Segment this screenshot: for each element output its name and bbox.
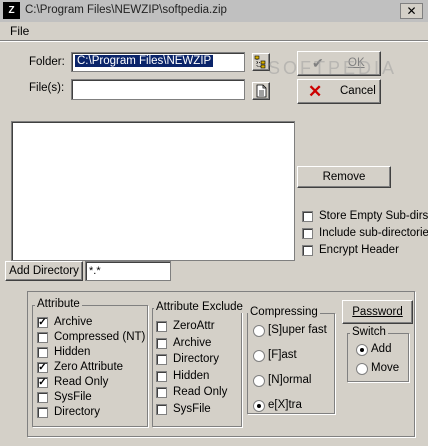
remove-button[interactable]: Remove [297,166,391,188]
folder-input-value: C:\Program Files\NEWZIP [75,55,214,67]
attribute-exclude-item-label: SysFile [173,402,211,415]
switch-option-label: Add [371,343,392,355]
attribute-exclude-item-label: Archive [173,336,212,349]
document-icon [256,84,267,98]
compressing-option-label: [S]uper fast [268,324,327,336]
compressing-option-label: [F]ast [268,349,297,361]
compressing-option-radio[interactable] [253,325,265,337]
add-directory-label: Add Directory [9,265,79,277]
close-button[interactable]: ✕ [400,3,423,19]
window-title: C:\Program Files\NEWZIP\softpedia.zip [25,4,227,16]
files-input[interactable] [71,79,245,100]
menu-file[interactable]: File [10,24,29,38]
attribute-item-label: Zero Attribute [54,361,124,373]
add-directory-button[interactable]: Add Directory [5,261,83,281]
switch-option-radio[interactable] [356,344,368,356]
compressing-option-radio[interactable] [253,400,265,412]
attribute-exclude-item-checkbox[interactable] [156,337,167,349]
folder-input[interactable]: C:\Program Files\NEWZIP [71,52,245,72]
attribute-exclude-item-checkbox[interactable] [156,387,167,398]
attribute-item-label: Read Only [54,376,109,388]
attribute-exclude-item-label: ZeroAttr [173,320,215,332]
attribute-title: Attribute [35,298,82,310]
attribute-item-checkbox[interactable] [37,332,48,343]
password-button[interactable]: Password [342,300,413,324]
attribute-item-label: SysFile [54,391,92,403]
store-empty-checkbox[interactable] [302,211,313,222]
compressing-option-radio[interactable] [253,375,265,387]
password-label: Password [352,306,403,318]
attribute-item-label: Compressed (NT) [54,331,146,343]
folder-tree-icon [254,55,266,69]
encrypt-header-label: Encrypt Header [319,244,399,256]
attribute-item-checkbox[interactable]: ✓ [37,377,48,388]
include-sub-label: Include sub-directories [319,227,428,239]
attribute-exclude-item-label: Read Only [173,386,228,398]
app-icon: Z [3,2,20,19]
softpedia-watermark: SOFTPEDIA [268,58,398,78]
attribute-exclude-item-checkbox[interactable] [156,403,167,415]
menu-separator [0,40,428,42]
menu-bar: File [0,22,428,40]
attribute-item-checkbox[interactable]: ✓ [37,362,48,373]
attribute-item-checkbox[interactable] [37,392,48,403]
folder-label: Folder: [29,56,65,68]
browse-files-button[interactable] [252,82,270,100]
attribute-item-label: Hidden [54,346,91,358]
file-list[interactable] [11,121,295,261]
cancel-label: Cancel [340,85,376,97]
attribute-exclude-item-checkbox[interactable] [156,354,167,365]
switch-option-radio[interactable] [356,363,368,375]
attribute-item-checkbox[interactable]: ✓ [37,317,48,328]
attribute-exclude-item-label: Hidden [173,369,210,382]
switch-group [347,333,409,382]
filter-input[interactable]: *.* [85,261,171,281]
cancel-button[interactable]: ✕ Cancel [297,79,381,104]
compressing-option-radio[interactable] [253,350,265,362]
switch-option-label: Move [371,362,400,374]
attribute-item-label: Archive [54,316,93,328]
switch-title: Switch [350,326,388,338]
include-sub-checkbox[interactable] [302,228,313,239]
red-x-icon: ✕ [308,82,323,101]
files-label: File(s): [29,82,65,94]
attribute-exclude-item-label: Directory [173,353,220,365]
attribute-exclude-item-checkbox[interactable] [156,321,167,332]
remove-label: Remove [322,171,366,183]
compressing-option-label: e[X]tra [268,399,302,411]
filter-input-value: *.* [89,265,101,277]
attribute-exclude-title: Attribute Exclude [154,301,245,313]
compressing-option-label: [N]ormal [268,374,312,386]
encrypt-header-checkbox[interactable] [302,245,313,256]
attribute-item-label: Directory [54,406,101,418]
attribute-exclude-item-checkbox[interactable] [156,370,167,382]
attribute-item-checkbox[interactable] [37,347,48,358]
store-empty-label: Store Empty Sub-dirs [319,210,428,222]
attribute-item-checkbox[interactable] [37,407,48,418]
compressing-title: Compressing [248,306,320,318]
